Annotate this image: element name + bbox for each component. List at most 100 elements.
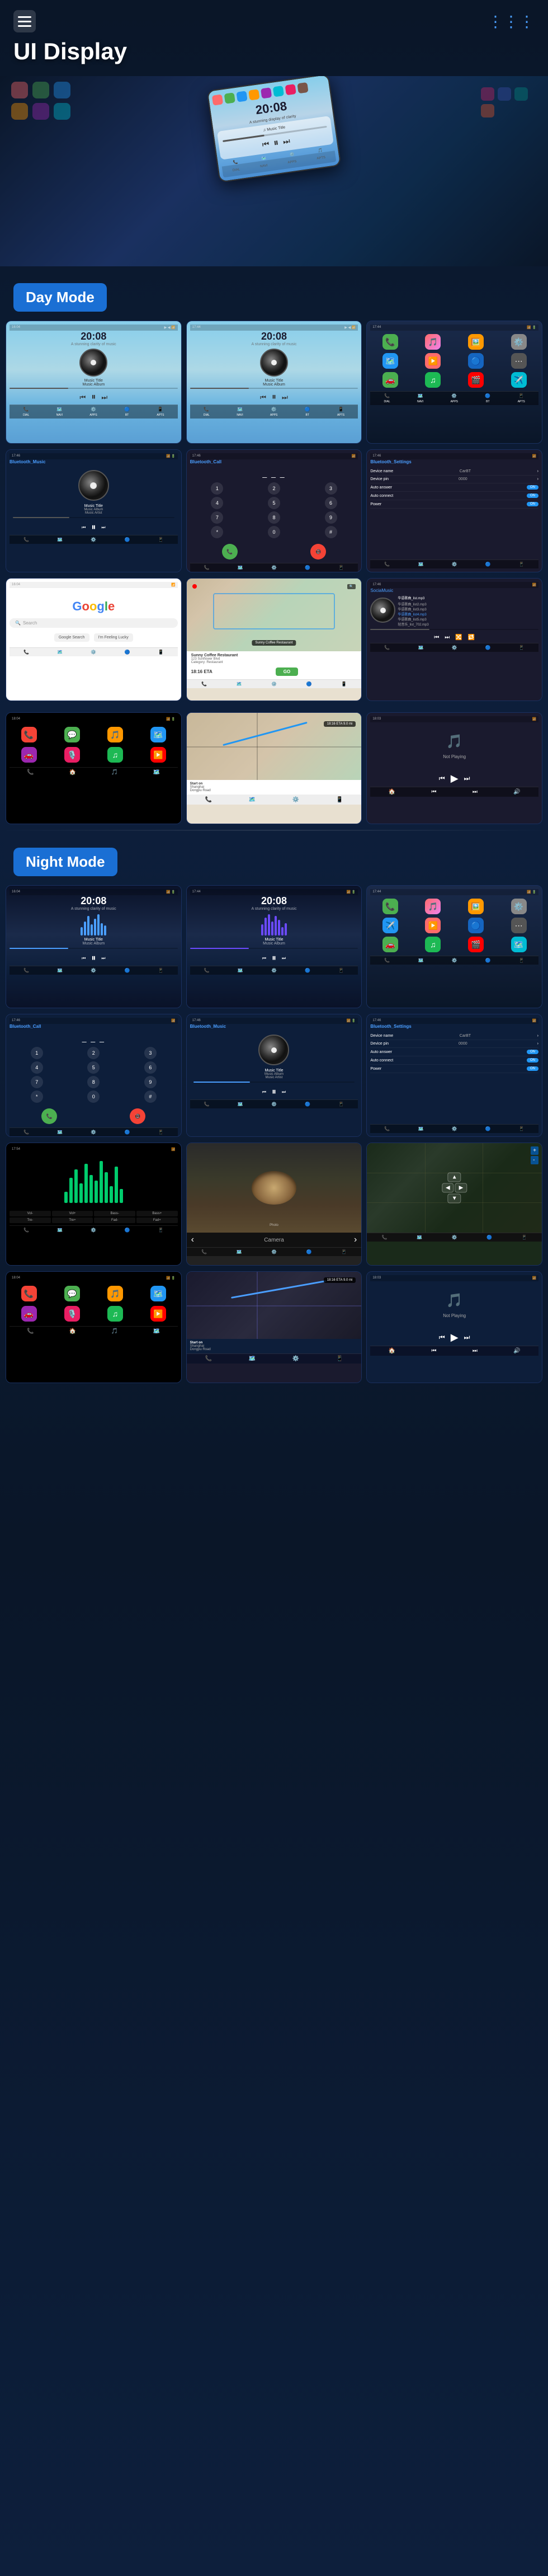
- eq-btn-6[interactable]: Tre+: [52, 1218, 93, 1223]
- eq-btn-8[interactable]: Fad+: [136, 1218, 178, 1223]
- hero-next-btn[interactable]: ⏭: [282, 136, 291, 147]
- google-search-bar[interactable]: 🔍 Search: [10, 618, 178, 628]
- nav-go-button[interactable]: GO: [276, 667, 298, 676]
- eq-btn-5[interactable]: Tre-: [10, 1218, 51, 1223]
- night-cp-youtube[interactable]: ▶️: [150, 1306, 166, 1322]
- google-search-btn[interactable]: Google Search: [54, 633, 89, 642]
- app-bt[interactable]: 🔵: [468, 353, 484, 369]
- night-app-settings[interactable]: ⚙️: [511, 899, 527, 914]
- call-btn[interactable]: 📞: [222, 544, 238, 560]
- key-9[interactable]: 9: [325, 511, 337, 524]
- night-key-8[interactable]: 8: [87, 1076, 100, 1088]
- night-app-telegram[interactable]: ✈️: [382, 918, 398, 933]
- cp-maps[interactable]: 🗺️: [150, 727, 166, 742]
- night-key-2[interactable]: 2: [87, 1047, 100, 1059]
- nav-down-btn[interactable]: ▼: [448, 1194, 461, 1204]
- night-cp-spotify[interactable]: ♫: [107, 1306, 123, 1322]
- eq-btn-1[interactable]: Vol-: [10, 1211, 51, 1216]
- app-telegram[interactable]: ✈️: [511, 372, 527, 388]
- night-key-3[interactable]: 3: [144, 1047, 157, 1059]
- end-btn[interactable]: 📵: [310, 544, 326, 560]
- nav-apps[interactable]: ⚙️APPS: [89, 407, 97, 417]
- app-waze[interactable]: 🚗: [382, 372, 398, 388]
- night-key-4[interactable]: 4: [31, 1061, 43, 1074]
- eq-btn-3[interactable]: Bass-: [94, 1211, 135, 1216]
- night-app-bt[interactable]: 🔵: [468, 918, 484, 933]
- app-maps[interactable]: 🗺️: [382, 353, 398, 369]
- key-6[interactable]: 6: [325, 497, 337, 509]
- bt-progress[interactable]: [13, 517, 174, 518]
- photo-forward-btn[interactable]: ›: [354, 1235, 357, 1245]
- setting-auto-connect[interactable]: Auto connect ON: [370, 492, 538, 500]
- night-setting-aa[interactable]: Auto answerON: [370, 1048, 538, 1056]
- prev-button[interactable]: ⏮: [80, 393, 86, 402]
- night-key-star[interactable]: *: [31, 1090, 43, 1103]
- key-3[interactable]: 3: [325, 482, 337, 495]
- night-app-phone[interactable]: 📞: [382, 899, 398, 914]
- photo-back-btn[interactable]: ‹: [191, 1235, 194, 1245]
- app-phone[interactable]: 📞: [382, 334, 398, 350]
- night-cp-messages[interactable]: 💬: [64, 1286, 80, 1301]
- bt-play[interactable]: ⏸: [91, 523, 96, 533]
- social-progress[interactable]: [370, 629, 538, 630]
- app-netflix[interactable]: 🎬: [468, 372, 484, 388]
- hero-play-btn[interactable]: ⏸: [273, 137, 280, 149]
- key-2[interactable]: 2: [268, 482, 280, 495]
- night-setting-power[interactable]: PowerON: [370, 1065, 538, 1073]
- night-app-maps[interactable]: 🗺️: [511, 937, 527, 952]
- zoom-out-btn[interactable]: -: [531, 1156, 538, 1164]
- play-button[interactable]: ⏸: [91, 392, 96, 402]
- progress-bar[interactable]: [10, 388, 178, 389]
- progress-bar-2[interactable]: [190, 388, 358, 389]
- bt-next[interactable]: ⏭: [101, 525, 105, 530]
- eq-btn-4[interactable]: Bass+: [136, 1211, 178, 1216]
- nav-navi[interactable]: 🗺️NAVI: [56, 407, 63, 417]
- hamburger-menu[interactable]: [13, 10, 36, 32]
- cp-youtube[interactable]: ▶️: [150, 747, 166, 763]
- night-cp-music[interactable]: 🎵: [107, 1286, 123, 1301]
- eq-btn-7[interactable]: Fad-: [94, 1218, 135, 1223]
- night-cp-maps[interactable]: 🗺️: [150, 1286, 166, 1301]
- night-app-music[interactable]: 🎵: [425, 899, 441, 914]
- night-key-9[interactable]: 9: [144, 1076, 157, 1088]
- key-star[interactable]: *: [211, 526, 223, 538]
- key-0[interactable]: 0: [268, 526, 280, 538]
- bt-prev[interactable]: ⏮: [82, 525, 86, 530]
- hero-prev-btn[interactable]: ⏮: [262, 139, 270, 150]
- cp-phone[interactable]: 📞: [21, 727, 37, 742]
- key-4[interactable]: 4: [211, 497, 223, 509]
- night-cp-phone[interactable]: 📞: [21, 1286, 37, 1301]
- cp-podcasts[interactable]: 🎙️: [64, 747, 80, 763]
- key-hash[interactable]: #: [325, 526, 337, 538]
- night-app-more[interactable]: ⋯: [511, 918, 527, 933]
- cp-music[interactable]: 🎵: [107, 727, 123, 742]
- night-setting-ac[interactable]: Auto connectON: [370, 1056, 538, 1065]
- app-more[interactable]: ⋯: [511, 353, 527, 369]
- cp-messages[interactable]: 💬: [64, 727, 80, 742]
- night-bt-progress[interactable]: [193, 1082, 355, 1083]
- nav-dots-icon[interactable]: ⋮⋮⋮: [488, 12, 535, 31]
- setting-power[interactable]: Power ON: [370, 500, 538, 509]
- key-8[interactable]: 8: [268, 511, 280, 524]
- night-app-spotify[interactable]: ♫: [425, 937, 441, 952]
- night-progress-1[interactable]: [10, 948, 178, 949]
- key-7[interactable]: 7: [211, 511, 223, 524]
- nav-bt[interactable]: 🔵BT: [124, 407, 130, 417]
- prev-btn-2[interactable]: ⏮: [260, 393, 266, 402]
- night-app-waze[interactable]: 🚗: [382, 937, 398, 952]
- eq-btn-2[interactable]: Vol+: [52, 1211, 93, 1216]
- google-lucky-btn[interactable]: I'm Feeling Lucky: [94, 633, 133, 642]
- night-app-youtube[interactable]: ▶️: [425, 918, 441, 933]
- night-cp-waze[interactable]: 🚗: [21, 1306, 37, 1322]
- night-app-netflix[interactable]: 🎬: [468, 937, 484, 952]
- app-spotify[interactable]: ♫: [425, 372, 441, 388]
- app-photos[interactable]: 🖼️: [468, 334, 484, 350]
- nav-dial[interactable]: 📞DIAL: [23, 407, 29, 417]
- night-key-6[interactable]: 6: [144, 1061, 157, 1074]
- cp-waze[interactable]: 🚗: [21, 747, 37, 763]
- app-youtube[interactable]: ▶️: [425, 353, 441, 369]
- night-key-0[interactable]: 0: [87, 1090, 100, 1103]
- next-button[interactable]: ⏭: [101, 393, 107, 402]
- night-key-7[interactable]: 7: [31, 1076, 43, 1088]
- app-music[interactable]: 🎵: [425, 334, 441, 350]
